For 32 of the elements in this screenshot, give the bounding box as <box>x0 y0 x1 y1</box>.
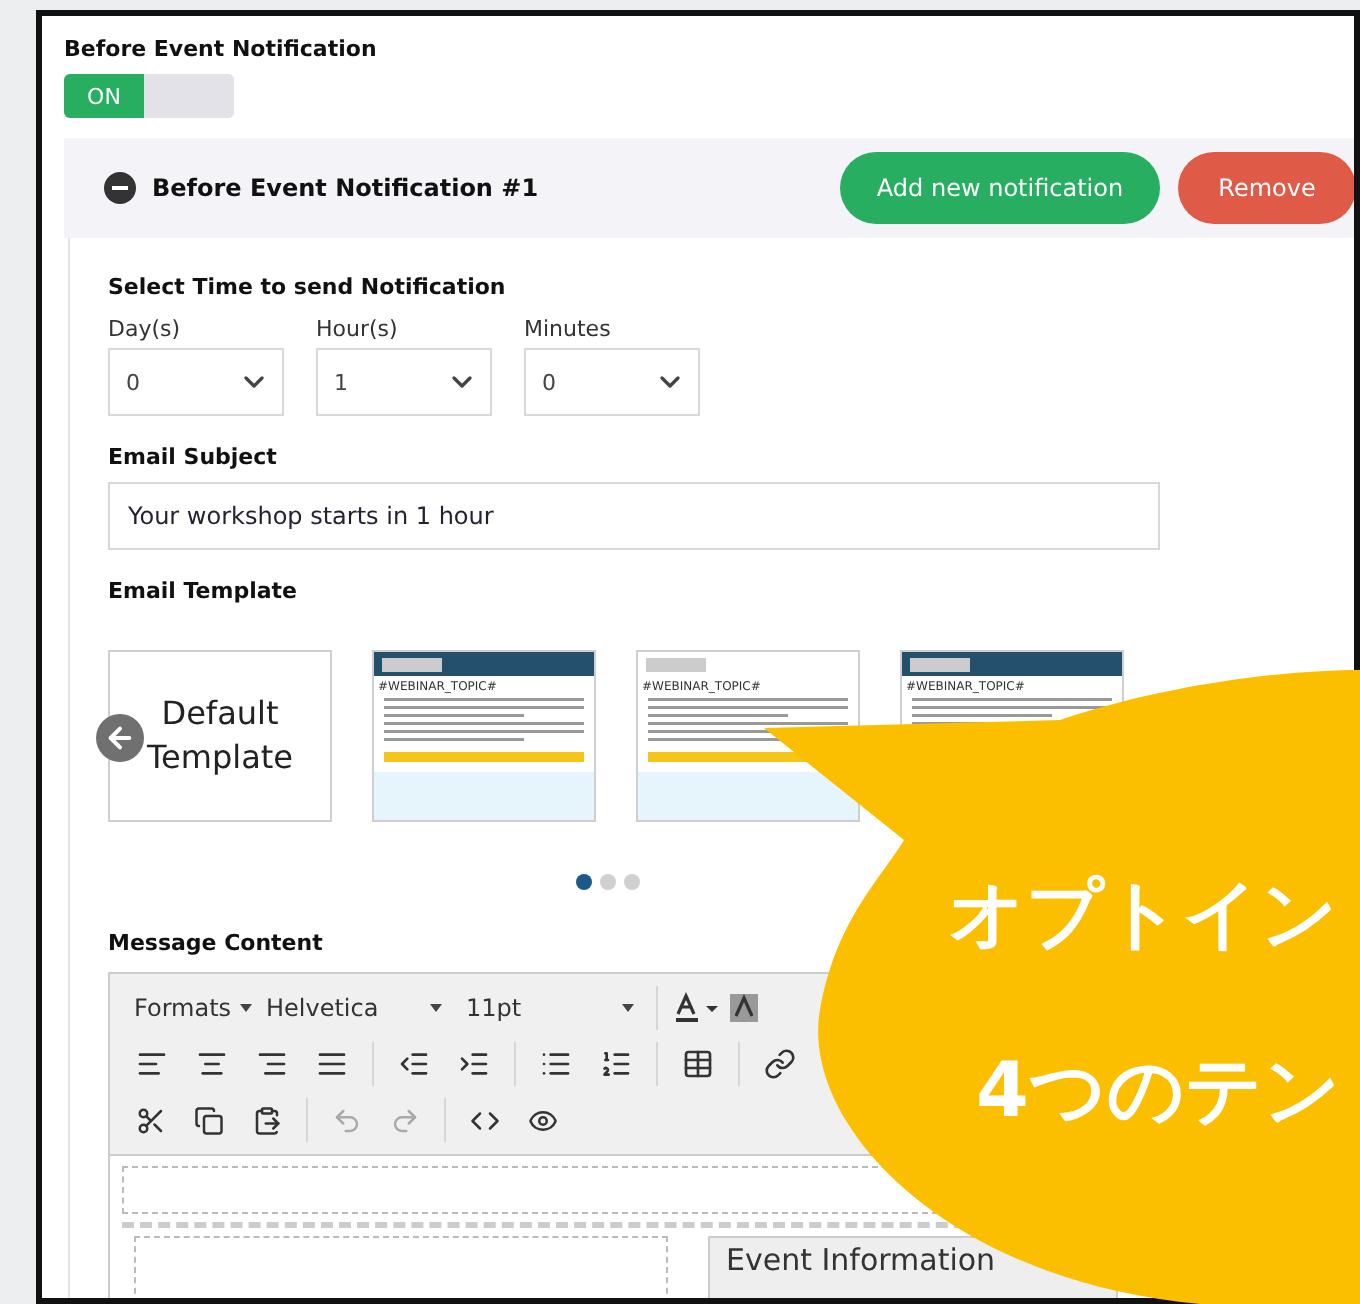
caret-icon <box>239 1004 252 1012</box>
dropdown-select[interactable]: 0 <box>524 348 700 416</box>
size-dropdown[interactable]: 11pt <box>458 994 642 1022</box>
text-color-icon[interactable] <box>672 992 720 1024</box>
caret-icon <box>430 1004 442 1012</box>
dropdown-select[interactable]: 1 <box>316 348 492 416</box>
time-heading: Select Time to send Notification <box>108 274 508 300</box>
page-dot[interactable] <box>576 874 592 890</box>
callout-text: オプトイン <box>948 868 1338 962</box>
notification-title: Before Event Notification #1 <box>152 174 539 202</box>
dropdown-select[interactable]: 0 <box>108 348 284 416</box>
template-option[interactable]: Default Template <box>108 650 332 822</box>
template-label: Email Template <box>108 578 300 604</box>
select-label: Day(s) <box>108 316 183 342</box>
callout-text: 4つのテン <box>976 1044 1341 1138</box>
caret-icon <box>622 1004 634 1012</box>
subject-field[interactable]: Your workshop starts in 1 hour <box>108 482 1160 550</box>
page-dot[interactable] <box>624 874 640 890</box>
page-dot[interactable] <box>600 874 616 890</box>
subject-label: Email Subject <box>108 444 279 470</box>
formats-dropdown[interactable]: Formats <box>126 994 250 1022</box>
select-label: Minutes <box>524 316 613 342</box>
toggle-label: ON <box>87 83 121 109</box>
collapse-icon[interactable] <box>104 172 136 204</box>
select-label: Hour(s) <box>316 316 400 342</box>
message-label: Message Content <box>108 930 325 956</box>
section-title: Before Event Notification <box>64 36 379 62</box>
font-dropdown[interactable]: Helvetica <box>258 994 450 1022</box>
remove-button[interactable]: Remove <box>1178 152 1354 224</box>
arrow-left-icon[interactable] <box>96 714 144 762</box>
background-color-icon[interactable] <box>728 992 760 1024</box>
template-title: Default Template <box>144 692 295 780</box>
